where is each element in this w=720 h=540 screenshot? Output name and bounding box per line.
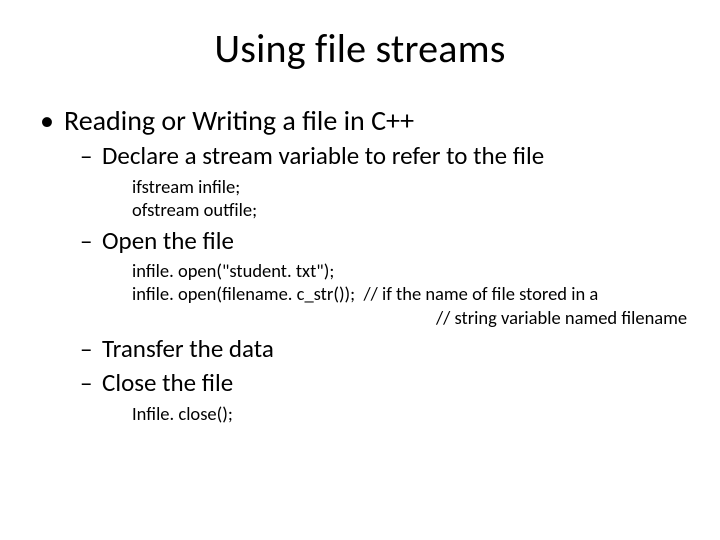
code-block-close: Infile. close(); (132, 402, 680, 425)
code-line: ifstream infile; (132, 175, 680, 198)
bullet-list-level2: – Transfer the data – Close the file (80, 333, 680, 400)
dash-icon: – (80, 140, 102, 173)
slide-title: Using file streams (40, 24, 680, 73)
bullet-text: Open the file (102, 225, 680, 258)
bullet-list-level2: – Declare a stream variable to refer to … (80, 140, 680, 173)
bullet-text: Close the file (102, 367, 680, 400)
list-item: – Declare a stream variable to refer to … (80, 140, 680, 173)
code-line: infile. open("student. txt"); (132, 259, 680, 282)
list-item: – Close the file (80, 367, 680, 400)
bullet-text: Transfer the data (102, 333, 680, 366)
code-line: // string variable named filename (436, 306, 680, 329)
code-line: Infile. close(); (132, 402, 680, 425)
code-line: ofstream outfile; (132, 198, 680, 221)
bullet-text: Reading or Writing a file in C++ (64, 103, 680, 138)
dash-icon: – (80, 333, 102, 366)
list-item: – Transfer the data (80, 333, 680, 366)
bullet-text: Declare a stream variable to refer to th… (102, 140, 680, 173)
dash-icon: – (80, 367, 102, 400)
code-block-open: infile. open("student. txt"); infile. op… (132, 259, 680, 328)
bullet-list-level1: • Reading or Writing a file in C++ – Dec… (40, 103, 680, 425)
code-block-declare: ifstream infile; ofstream outfile; (132, 175, 680, 221)
bullet-dot-icon: • (40, 103, 64, 138)
dash-icon: – (80, 225, 102, 258)
list-item: – Open the file (80, 225, 680, 258)
bullet-list-level2: – Open the file (80, 225, 680, 258)
list-item: • Reading or Writing a file in C++ – Dec… (40, 103, 680, 425)
code-line: infile. open(filename. c_str()); // if t… (132, 282, 680, 305)
slide: Using file streams • Reading or Writing … (0, 0, 720, 540)
